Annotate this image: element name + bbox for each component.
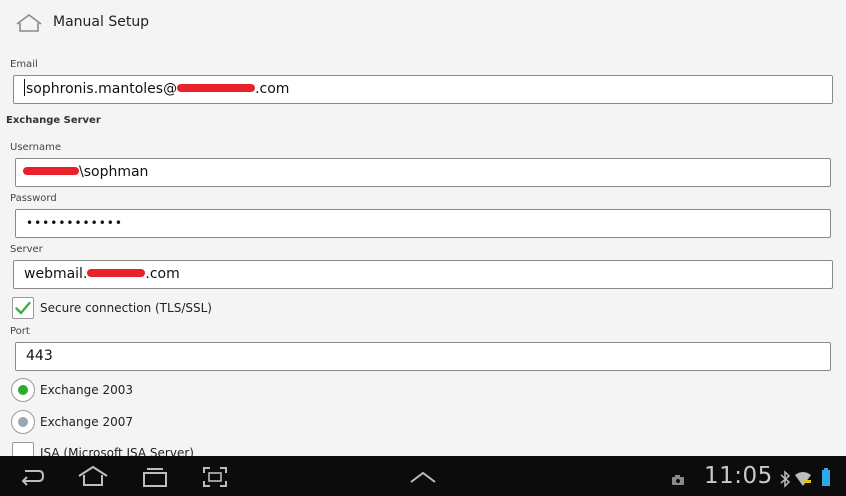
bluetooth-icon bbox=[780, 470, 791, 488]
email-label: Email bbox=[10, 59, 38, 70]
server-value-suffix: .com bbox=[145, 266, 180, 282]
email-value-suffix: .com bbox=[255, 81, 290, 97]
back-icon[interactable] bbox=[19, 467, 45, 487]
chevron-up-icon[interactable] bbox=[409, 470, 437, 484]
page-title: Manual Setup bbox=[53, 14, 150, 30]
exchange-2003-radio[interactable] bbox=[11, 378, 35, 402]
username-value: \sophman bbox=[79, 164, 149, 180]
secure-connection-checkbox[interactable] bbox=[12, 297, 34, 319]
camera-notification-icon[interactable] bbox=[671, 474, 685, 486]
redaction-mark bbox=[23, 166, 79, 175]
server-value-prefix: webmail. bbox=[24, 266, 88, 282]
email-field[interactable]: sophronis.mantoles@ .com bbox=[13, 75, 833, 104]
username-label: Username bbox=[10, 142, 61, 153]
exchange-2007-radio[interactable] bbox=[11, 410, 35, 434]
email-value-prefix: sophronis.mantoles@ bbox=[26, 81, 178, 97]
password-value: •••••••••••• bbox=[26, 216, 123, 230]
exchange-2007-label: Exchange 2007 bbox=[40, 415, 133, 429]
port-field[interactable]: 443 bbox=[15, 342, 831, 371]
battery-icon bbox=[822, 468, 830, 486]
checkmark-icon bbox=[15, 301, 31, 315]
username-field[interactable]: \sophman bbox=[15, 158, 831, 187]
exchange-2003-label: Exchange 2003 bbox=[40, 383, 133, 397]
screenshot-icon[interactable] bbox=[202, 466, 228, 488]
text-cursor bbox=[24, 79, 25, 96]
redaction-mark bbox=[177, 83, 256, 92]
home-nav-icon[interactable] bbox=[77, 465, 109, 487]
radio-dot bbox=[18, 417, 28, 427]
password-field[interactable]: •••••••••••• bbox=[15, 209, 831, 238]
port-value: 443 bbox=[26, 348, 53, 364]
radio-selected-dot bbox=[18, 385, 28, 395]
recent-apps-icon[interactable] bbox=[141, 466, 169, 488]
wifi-icon bbox=[795, 472, 811, 486]
home-icon[interactable] bbox=[16, 13, 42, 33]
exchange-section-title: Exchange Server bbox=[6, 115, 101, 126]
secure-connection-label: Secure connection (TLS/SSL) bbox=[40, 301, 212, 315]
server-label: Server bbox=[10, 244, 43, 255]
clock-time: 11:05 bbox=[704, 463, 773, 489]
password-label: Password bbox=[10, 193, 57, 204]
port-label: Port bbox=[10, 326, 30, 337]
redaction-mark bbox=[87, 268, 146, 277]
server-field[interactable]: webmail. .com bbox=[13, 260, 833, 289]
